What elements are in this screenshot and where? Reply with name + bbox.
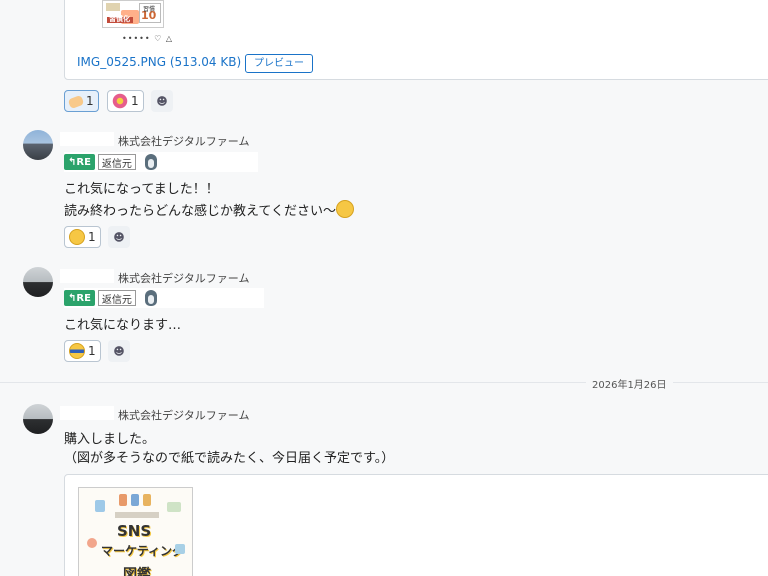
reply-source: 返信元 — [97, 154, 136, 170]
reply-indicator[interactable]: ↰ RE 返信元 — [64, 152, 258, 172]
company-name: 株式会社デジタルファーム — [118, 409, 250, 422]
thumbnail-title: マーケティング — [101, 544, 185, 558]
sender-name-mask — [60, 132, 114, 146]
reply-source: 返信元 — [97, 290, 136, 306]
sender-name-mask — [60, 406, 114, 420]
penguin-avatar-icon — [142, 153, 160, 171]
message-line: 購入しました。 — [64, 432, 156, 447]
date-divider-label: 2026年1月26日 — [586, 376, 673, 391]
message-line: （図が多そうなので紙で読みたく、今日届く予定です。） — [64, 451, 395, 466]
reaction-flower[interactable]: 1 — [107, 90, 144, 112]
reaction-count: 1 — [86, 94, 94, 108]
reply-badge: ↰ RE — [64, 290, 95, 306]
thumbnail-text: 習慣 — [143, 6, 156, 13]
people-icon: ☻ — [113, 344, 125, 358]
grin-face-icon — [69, 229, 85, 245]
company-name: 株式会社デジタルファーム — [118, 135, 250, 148]
thumbnail-title: SNS — [117, 522, 152, 540]
sender-name-mask — [60, 269, 114, 283]
reply-arrow-icon: ↰ — [68, 156, 77, 168]
avatar[interactable] — [23, 404, 53, 434]
message-text: 読み終わったらどんな感じか教えてください〜 — [64, 204, 336, 219]
reaction-cool[interactable]: 1 — [64, 340, 101, 362]
image-thumbnail[interactable]: 習慣化 10 習慣 — [102, 0, 164, 28]
people-icon: ☻ — [113, 230, 125, 244]
message-line: これ気になります… — [64, 318, 182, 333]
thumbnail-title: 図鑑 — [123, 567, 151, 576]
people-icon: ☻ — [156, 94, 168, 108]
thumbnail-text: 習慣化 — [109, 15, 130, 23]
flower-icon — [112, 93, 128, 109]
file-link[interactable]: IMG_0525.PNG (513.04 KB) — [77, 55, 241, 69]
reply-arrow-icon: ↰ — [68, 292, 77, 304]
reaction-grin[interactable]: 1 — [64, 226, 101, 248]
clap-hands-icon — [67, 94, 85, 110]
cool-face-icon — [69, 343, 85, 359]
reaction-count: 1 — [88, 344, 96, 358]
message-line: 読み終わったらどんな感じか教えてください〜 — [64, 200, 354, 219]
avatar[interactable] — [23, 267, 53, 297]
reply-badge-label: RE — [76, 292, 91, 304]
reaction-count: 1 — [131, 94, 139, 108]
image-thumbnail[interactable]: SNS マーケティング 図鑑 — [78, 487, 193, 576]
reply-badge: ↰ RE — [64, 154, 95, 170]
reaction-members-button[interactable]: ☻ — [151, 90, 173, 112]
reply-indicator[interactable]: ↰ RE 返信元 — [64, 288, 264, 308]
avatar[interactable] — [23, 130, 53, 160]
reply-badge-label: RE — [76, 156, 91, 168]
penguin-avatar-icon — [142, 289, 160, 307]
message-line: これ気になってました！！ — [64, 182, 219, 197]
reaction-clap[interactable]: 1 — [64, 90, 99, 112]
reaction-members-button[interactable]: ☻ — [108, 340, 130, 362]
company-name: 株式会社デジタルファーム — [118, 272, 250, 285]
preview-button[interactable]: プレビュー — [245, 54, 313, 73]
grin-face-icon — [335, 200, 354, 218]
reaction-members-button[interactable]: ☻ — [108, 226, 130, 248]
thumbnail-footer: ••••• ♡ △ — [122, 34, 174, 43]
reaction-count: 1 — [88, 230, 96, 244]
